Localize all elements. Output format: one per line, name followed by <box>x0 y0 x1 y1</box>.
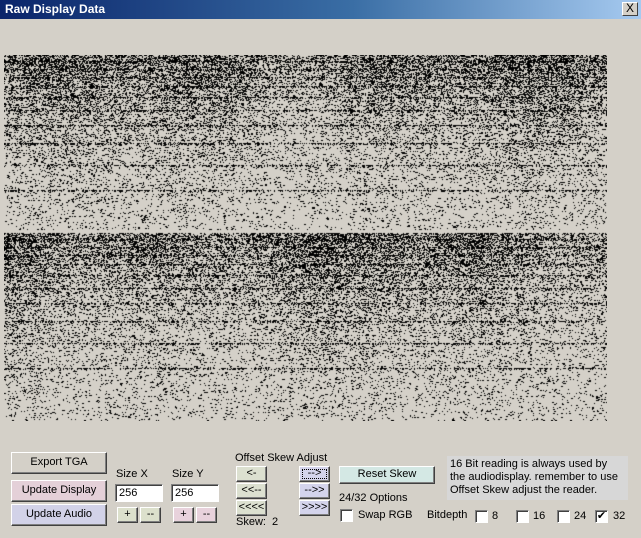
size-x-input[interactable] <box>115 484 163 502</box>
bitdepth-8-label: 8 <box>492 510 499 522</box>
reset-skew-button[interactable]: Reset Skew <box>339 466 435 484</box>
size-y-minus-button[interactable]: -- <box>196 507 217 523</box>
swap-rgb-checkbox[interactable] <box>340 509 353 522</box>
offset-skew-heading: Offset Skew Adjust <box>235 452 328 464</box>
bitdepth-16-label: 16 <box>533 510 546 522</box>
bitdepth-24-label: 24 <box>574 510 587 522</box>
update-audio-button[interactable]: Update Audio <box>11 504 107 526</box>
bitdepth-16-checkbox[interactable] <box>516 510 529 523</box>
skew-left-fast-button[interactable]: <<<< <box>236 500 267 516</box>
size-x-label: Size X <box>116 468 148 480</box>
size-y-plus-button[interactable]: + <box>173 507 194 523</box>
size-x-plus-button[interactable]: + <box>117 507 138 523</box>
bitdepth-32-checkbox[interactable]: ✔ <box>595 510 608 523</box>
raw-display-window: Raw Display Data X Export TGA Update Dis… <box>0 0 641 538</box>
skew-left-more-button[interactable]: <<-- <box>236 483 267 499</box>
bitdepth-8-checkbox[interactable] <box>475 510 488 523</box>
swap-rgb-label: Swap RGB <box>358 509 413 521</box>
skew-right-button[interactable]: --> <box>299 466 330 482</box>
size-y-label: Size Y <box>172 468 204 480</box>
skew-label: Skew: <box>236 516 266 528</box>
options-heading: 24/32 Options <box>339 492 408 504</box>
window-title: Raw Display Data <box>5 2 106 16</box>
update-display-button[interactable]: Update Display <box>11 480 107 502</box>
audio-note-text: 16 Bit reading is always used by the aud… <box>447 456 628 500</box>
skew-right-more-button[interactable]: -->> <box>299 483 330 499</box>
bitdepth-24-checkbox[interactable] <box>557 510 570 523</box>
bitdepth-32-label: 32 <box>613 510 626 522</box>
skew-left-button[interactable]: <- <box>236 466 267 482</box>
export-tga-button[interactable]: Export TGA <box>11 452 107 474</box>
close-button[interactable]: X <box>622 2 638 16</box>
size-x-minus-button[interactable]: -- <box>140 507 161 523</box>
title-bar[interactable]: Raw Display Data X <box>0 0 641 19</box>
size-y-input[interactable] <box>171 484 219 502</box>
skew-right-fast-button[interactable]: >>>> <box>299 500 330 516</box>
skew-value: 2 <box>272 516 279 528</box>
raw-data-display <box>4 55 607 421</box>
bitdepth-label: Bitdepth <box>427 509 468 521</box>
